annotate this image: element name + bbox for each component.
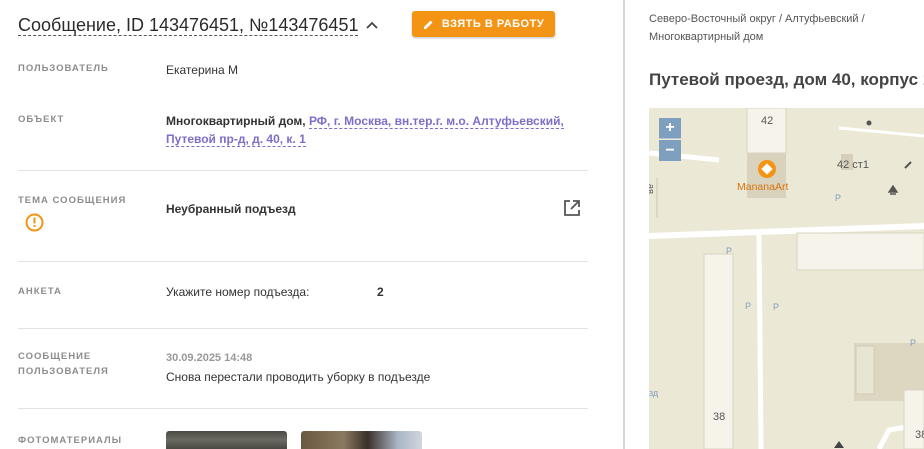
map-parking-label: P (745, 301, 752, 311)
map-label-building-42: 42 (761, 115, 774, 127)
map-label-mananaart[interactable]: MananaArt (737, 181, 788, 193)
map-label-side: зд (649, 388, 659, 398)
map-parking-label: P (910, 338, 917, 348)
location-panel: Северо-Восточный округ / Алтуфьевский / … (625, 0, 924, 449)
object-value: Многоквартирный дом, РФ, г. Москва, вн.т… (166, 112, 576, 148)
separator (18, 261, 588, 262)
breadcrumb-line1: Северо-Восточный округ / Алтуфьевский / (649, 13, 865, 25)
object-type: Многоквартирный дом, (166, 114, 306, 128)
message-title[interactable]: Сообщение, ID 143476451, №143476451 (18, 15, 359, 36)
survey-question: Укажите номер подъезда: (166, 285, 310, 299)
map-label-building-38b: 38 (915, 429, 924, 441)
photo-thumbnail[interactable] (301, 431, 422, 449)
separator (18, 170, 588, 171)
pencil-icon (423, 19, 434, 30)
take-to-work-button[interactable]: ВЗЯТЬ В РАБОТУ (412, 11, 555, 37)
take-to-work-label: ВЗЯТЬ В РАБОТУ (441, 18, 545, 30)
object-label: ОБЪЕКТ (18, 114, 65, 125)
message-label-line2: ПОЛЬЗОВАТЕЛЯ (18, 366, 109, 377)
address-title: Путевой проезд, дом 40, корпус 1 (649, 70, 924, 89)
map[interactable]: + − 42 42 ст1 MananaArt 38 38 P P P P P … (649, 108, 924, 449)
zoom-in-button[interactable]: + (659, 118, 681, 139)
breadcrumb: Северо-Восточный округ / Алтуфьевский / … (649, 10, 919, 46)
breadcrumb-line2: Многоквартирный дом (649, 31, 764, 43)
photos-label: ФОТОМАТЕРИАЛЫ (18, 435, 123, 446)
separator (18, 328, 588, 329)
user-value: Екатерина М (166, 63, 238, 77)
chevron-up-icon[interactable] (364, 17, 380, 33)
message-date: 30.09.2025 14:48 (166, 352, 253, 364)
map-canvas (649, 108, 924, 449)
map-parking-label: P (726, 246, 733, 256)
separator (18, 408, 588, 409)
warning-icon (25, 213, 44, 237)
message-panel: Сообщение, ID 143476451, №143476451 ВЗЯТ… (0, 0, 623, 449)
map-label-vertical: ая (649, 184, 656, 194)
map-label-building-38: 38 (713, 411, 726, 423)
survey-answer: 2 (377, 285, 384, 299)
title-row: Сообщение, ID 143476451, №143476451 (18, 12, 380, 38)
open-external-icon[interactable] (562, 198, 582, 223)
zoom-out-button[interactable]: − (659, 140, 681, 161)
user-label: ПОЛЬЗОВАТЕЛЬ (18, 63, 109, 74)
message-label-line1: СООБЩЕНИЕ (18, 351, 92, 362)
topic-value: Неубранный подъезд (166, 202, 296, 216)
map-parking-label: P (773, 302, 780, 312)
photo-thumbnail[interactable] (166, 431, 287, 449)
message-text: Снова перестали проводить уборку в подъе… (166, 370, 431, 384)
map-parking-label: P (835, 193, 842, 203)
map-label-building-42c1: 42 ст1 (837, 159, 869, 171)
topic-label: ТЕМА СООБЩЕНИЯ (18, 195, 127, 206)
survey-label: АНКЕТА (18, 286, 62, 297)
